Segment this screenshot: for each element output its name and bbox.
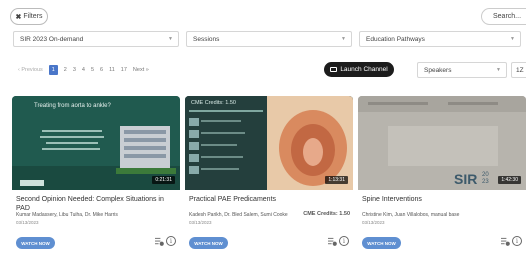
page-link-6[interactable]: 6 bbox=[100, 67, 103, 73]
chevron-down-icon: ▼ bbox=[496, 67, 501, 73]
duration-badge: 1:13:31 bbox=[325, 176, 348, 184]
video-thumbnail[interactable]: CME Credits: 1.50 1:13:31 bbox=[185, 96, 353, 190]
playlist-add-icon[interactable] bbox=[155, 237, 164, 246]
prev-page-link[interactable]: ‹ Previous bbox=[18, 67, 43, 73]
page-link-1[interactable]: 1 bbox=[48, 65, 58, 75]
card-actions: i bbox=[155, 236, 176, 246]
card-title[interactable]: Second Opinion Needed: Complex Situation… bbox=[16, 195, 178, 213]
type-select-value: Sessions bbox=[193, 35, 220, 43]
video-thumbnail[interactable]: Treating from aorta to ankle? 0:21:31 bbox=[12, 96, 180, 190]
video-thumbnail[interactable]: SIR 20 23 1:42:30 bbox=[358, 96, 526, 190]
playlist-add-icon[interactable] bbox=[501, 237, 510, 246]
monitor-icon bbox=[330, 67, 338, 72]
sort-by-value: Speakers bbox=[424, 66, 452, 74]
pathway-select-value: Education Pathways bbox=[366, 35, 425, 43]
card-speakers: Christine Kim, Juan Villalobos, manual b… bbox=[362, 212, 460, 218]
card-date: 03/13/2023 bbox=[189, 220, 212, 225]
watch-now-button[interactable]: WATCH NOW bbox=[362, 237, 401, 249]
svg-text:SIR: SIR bbox=[454, 171, 477, 187]
card-speakers: Kumar Madassery, Libu Tuiha, Dr. Mike Ha… bbox=[16, 212, 118, 218]
sort-direction-select[interactable]: 1Z bbox=[511, 62, 526, 78]
sort-direction-value: 1Z bbox=[516, 66, 524, 74]
svg-text:20: 20 bbox=[482, 172, 489, 178]
thumbnail-headline: CME Credits: 1.50 bbox=[191, 100, 236, 106]
session-card[interactable]: SIR 20 23 1:42:30 Spine Interventions Ch… bbox=[358, 96, 526, 253]
card-actions: i bbox=[328, 236, 349, 246]
card-actions: i bbox=[501, 236, 522, 246]
next-page-link[interactable]: Next » bbox=[133, 67, 149, 73]
duration-badge: 0:21:31 bbox=[152, 176, 175, 184]
filters-label: Filters bbox=[23, 13, 43, 20]
playlist-add-icon[interactable] bbox=[328, 237, 337, 246]
cme-credits: CME Credits: 1.50 bbox=[303, 211, 350, 217]
page-link-11[interactable]: 11 bbox=[109, 67, 115, 73]
page-link-5[interactable]: 5 bbox=[91, 67, 94, 73]
chevron-down-icon: ▼ bbox=[341, 36, 346, 42]
pagination: ‹ Previous 1 2 3 4 5 6 11 17 Next » bbox=[18, 64, 155, 76]
event-select[interactable]: SIR 2023 On-demand ▼ bbox=[13, 31, 179, 47]
card-date: 03/13/2023 bbox=[362, 220, 385, 225]
info-icon[interactable]: i bbox=[512, 236, 522, 246]
thumbnail-headline: Treating from aorta to ankle? bbox=[34, 103, 111, 109]
search-button[interactable]: Search... bbox=[481, 8, 526, 25]
page-link-2[interactable]: 2 bbox=[64, 67, 67, 73]
page-link-4[interactable]: 4 bbox=[82, 67, 85, 73]
watch-now-button[interactable]: WATCH NOW bbox=[16, 237, 55, 249]
session-card[interactable]: Treating from aorta to ankle? 0:21:31 Se… bbox=[12, 96, 180, 253]
top-bar: ✖ Filters Search... bbox=[0, 0, 526, 28]
duration-badge: 1:42:30 bbox=[498, 176, 521, 184]
pathway-select[interactable]: Education Pathways ▼ bbox=[359, 31, 521, 47]
sort-by-select[interactable]: Speakers ▼ bbox=[417, 62, 507, 78]
card-date: 03/13/2023 bbox=[16, 220, 39, 225]
chevron-down-icon: ▼ bbox=[168, 36, 173, 42]
svg-text:23: 23 bbox=[482, 179, 489, 185]
search-label: Search... bbox=[493, 13, 522, 20]
launch-channel-button[interactable]: Launch Channel bbox=[324, 62, 394, 77]
event-select-value: SIR 2023 On-demand bbox=[20, 35, 84, 43]
card-title[interactable]: Spine Interventions bbox=[362, 195, 524, 204]
info-icon[interactable]: i bbox=[339, 236, 349, 246]
info-icon[interactable]: i bbox=[166, 236, 176, 246]
launch-channel-label: Launch Channel bbox=[340, 66, 388, 73]
card-title[interactable]: Practical PAE Predicaments bbox=[189, 195, 351, 204]
session-card[interactable]: CME Credits: 1.50 1:13:31 Practical PAE … bbox=[185, 96, 353, 253]
type-select[interactable]: Sessions ▼ bbox=[186, 31, 352, 47]
chevron-down-icon: ▼ bbox=[510, 36, 515, 42]
close-icon[interactable]: ✖ bbox=[16, 13, 22, 21]
page-link-3[interactable]: 3 bbox=[73, 67, 76, 73]
page-link-17[interactable]: 17 bbox=[121, 67, 127, 73]
watch-now-button[interactable]: WATCH NOW bbox=[189, 237, 228, 249]
filters-button[interactable]: ✖ Filters bbox=[10, 8, 48, 25]
